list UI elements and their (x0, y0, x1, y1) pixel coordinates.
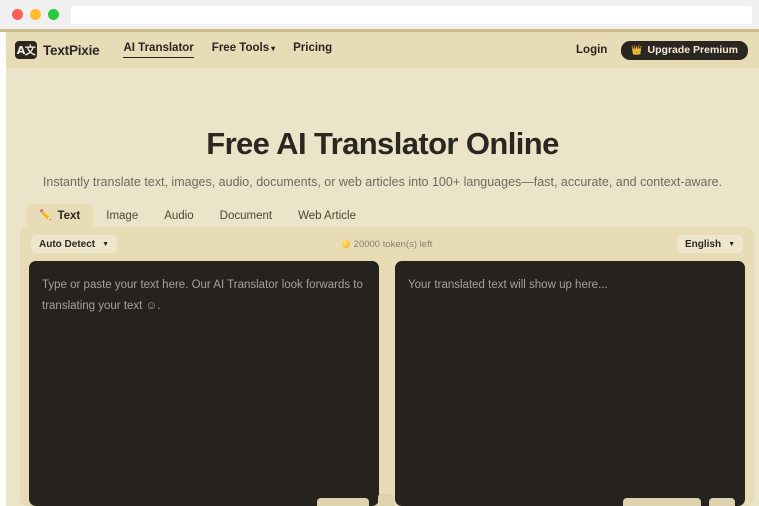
token-counter: 20000 token(s) left (20, 227, 754, 261)
tab-image[interactable]: Image (93, 204, 151, 227)
main-nav: AI Translator Free Tools ▾ Pricing (123, 42, 332, 58)
target-language-dropdown[interactable]: English ▼ (676, 235, 743, 253)
source-pane-actions (317, 498, 369, 506)
target-language-value: English (684, 238, 722, 250)
token-counter-label: 20000 token(s) left (353, 238, 433, 250)
source-language-dropdown[interactable]: Auto Detect ▼ (31, 235, 118, 253)
tab-label: Audio (164, 209, 194, 222)
page-subtitle: Instantly translate text, images, audio,… (42, 175, 723, 189)
chevron-down-icon: ▾ (271, 44, 276, 53)
translator-card: Auto Detect ▼ English ▼ 20000 token(s) l… (20, 227, 754, 506)
nav-label: AI Translator (123, 42, 194, 54)
source-language-value: Auto Detect (39, 238, 96, 250)
translate-button[interactable] (317, 498, 369, 506)
minimize-window-button[interactable] (30, 9, 41, 20)
nav-item-ai-translator[interactable]: AI Translator (123, 42, 195, 58)
maximize-window-button[interactable] (48, 9, 59, 20)
source-text-pane[interactable]: Type or paste your text here. Our AI Tra… (29, 261, 379, 506)
tab-document[interactable]: Document (207, 204, 285, 227)
tab-audio[interactable]: Audio (151, 204, 206, 227)
nav-item-free-tools[interactable]: Free Tools ▾ (212, 42, 275, 58)
page-content: A文 TextPixie AI Translator Free Tools ▾ P… (6, 32, 759, 506)
mode-tabs: ✏️ Text Image Audio Document Web Article (26, 204, 369, 227)
pencil-icon: ✏️ (39, 209, 52, 221)
login-link[interactable]: Login (576, 44, 607, 56)
upgrade-premium-button[interactable]: 👑 Upgrade Premium (621, 40, 748, 60)
crown-icon: 👑 (631, 44, 643, 55)
chevron-down-icon: ▼ (728, 240, 735, 248)
brand-name: TextPixie (43, 42, 100, 58)
coin-icon (341, 240, 350, 248)
copy-button[interactable] (709, 498, 735, 506)
nav-item-pricing[interactable]: Pricing (293, 42, 332, 58)
source-text-placeholder: Type or paste your text here. Our AI Tra… (42, 279, 363, 312)
clear-button[interactable] (623, 498, 701, 506)
header-actions: Login 👑 Upgrade Premium (576, 40, 748, 60)
page-viewport: A文 TextPixie AI Translator Free Tools ▾ P… (0, 32, 759, 506)
url-bar-input[interactable] (71, 5, 752, 24)
chevron-down-icon: ▼ (102, 240, 110, 248)
browser-chrome (0, 0, 759, 29)
target-text-pane[interactable]: Your translated text will show up here..… (395, 261, 745, 506)
tab-label: Image (106, 209, 139, 222)
brand-logo[interactable]: A文 TextPixie (15, 41, 100, 59)
close-window-button[interactable] (12, 9, 23, 20)
target-pane-actions (623, 498, 735, 506)
site-header: A文 TextPixie AI Translator Free Tools ▾ P… (6, 32, 759, 68)
swap-languages-handle[interactable] (378, 494, 394, 506)
target-text-placeholder: Your translated text will show up here..… (408, 279, 608, 291)
upgrade-premium-label: Upgrade Premium (647, 44, 738, 56)
tab-label: Web Article (298, 209, 357, 222)
window-controls (0, 9, 59, 20)
hero-section: Free AI Translator Online Instantly tran… (6, 68, 759, 192)
nav-label: Free Tools (211, 42, 270, 54)
tab-label: Text (57, 209, 81, 222)
tab-web-article[interactable]: Web Article (285, 204, 369, 227)
translator-toolbar: Auto Detect ▼ English ▼ 20000 token(s) l… (20, 227, 754, 261)
tab-text[interactable]: ✏️ Text (26, 204, 94, 227)
nav-label: Pricing (293, 42, 333, 54)
translator-panes: Type or paste your text here. Our AI Tra… (29, 261, 745, 506)
textpixie-logo-icon: A文 (15, 41, 37, 59)
page-title: Free AI Translator Online (206, 126, 559, 161)
tab-label: Document (219, 209, 273, 222)
